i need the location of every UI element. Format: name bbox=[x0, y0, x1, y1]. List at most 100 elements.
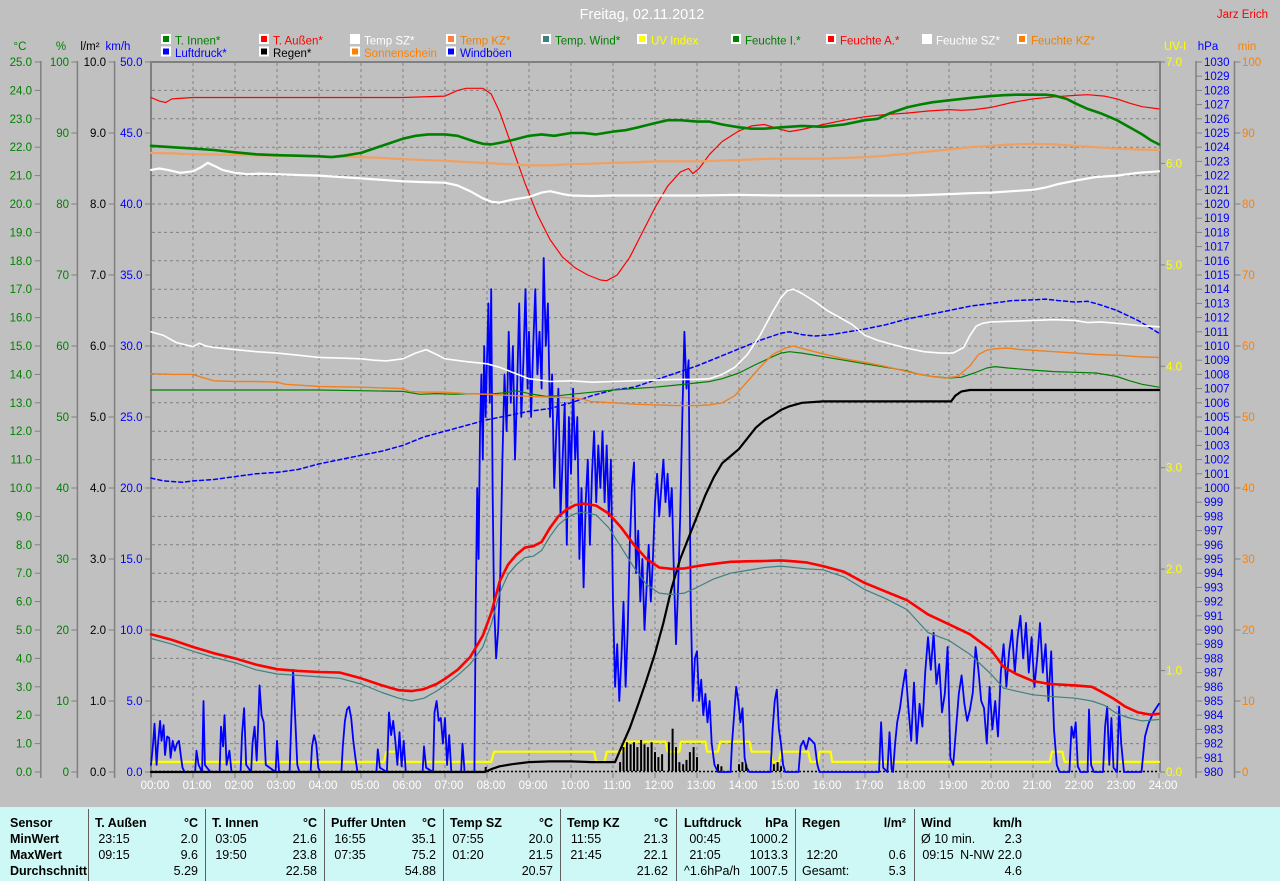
svg-text:2.0: 2.0 bbox=[16, 710, 32, 722]
svg-text:06:00: 06:00 bbox=[393, 780, 422, 792]
svg-text:999: 999 bbox=[1204, 497, 1223, 509]
svg-text:°C: °C bbox=[14, 41, 27, 53]
svg-text:N-NW 22.0: N-NW 22.0 bbox=[960, 848, 1022, 862]
svg-text:1009: 1009 bbox=[1204, 355, 1230, 367]
svg-text:995: 995 bbox=[1204, 554, 1223, 566]
svg-text:981: 981 bbox=[1204, 753, 1223, 765]
svg-text:54.88: 54.88 bbox=[405, 864, 436, 878]
svg-text:1006: 1006 bbox=[1204, 398, 1230, 410]
svg-text:17.0: 17.0 bbox=[10, 284, 32, 296]
svg-text:11:55: 11:55 bbox=[571, 832, 601, 846]
svg-text:10.0: 10.0 bbox=[10, 483, 32, 495]
svg-text:16:00: 16:00 bbox=[813, 780, 842, 792]
svg-text:1014: 1014 bbox=[1204, 284, 1230, 296]
svg-text:20.0: 20.0 bbox=[529, 832, 553, 846]
svg-text:0.0: 0.0 bbox=[16, 767, 32, 779]
svg-text:Luftdruck: Luftdruck bbox=[684, 816, 742, 830]
svg-text:4.0: 4.0 bbox=[16, 653, 32, 665]
svg-text:60: 60 bbox=[1242, 341, 1255, 353]
svg-text:1007.5: 1007.5 bbox=[750, 864, 788, 878]
svg-text:1002: 1002 bbox=[1204, 455, 1230, 467]
svg-text:14:00: 14:00 bbox=[729, 780, 758, 792]
svg-text:100: 100 bbox=[1242, 57, 1261, 69]
svg-text:1008: 1008 bbox=[1204, 369, 1230, 381]
svg-text:5.0: 5.0 bbox=[1166, 260, 1182, 272]
svg-text:21.6: 21.6 bbox=[293, 832, 317, 846]
svg-text:Regen*: Regen* bbox=[273, 48, 312, 60]
svg-text:21:05: 21:05 bbox=[689, 848, 720, 862]
svg-text:1029: 1029 bbox=[1204, 71, 1230, 83]
svg-text:21:45: 21:45 bbox=[570, 848, 601, 862]
svg-text:25.0: 25.0 bbox=[120, 412, 142, 424]
svg-text:Temp KZ: Temp KZ bbox=[567, 816, 620, 830]
svg-text:5.0: 5.0 bbox=[16, 625, 32, 637]
svg-text:10: 10 bbox=[56, 696, 69, 708]
svg-text:13:00: 13:00 bbox=[687, 780, 716, 792]
svg-text:20: 20 bbox=[1242, 625, 1255, 637]
svg-text:10.0: 10.0 bbox=[84, 57, 106, 69]
svg-text:T. Innen*: T. Innen* bbox=[175, 36, 221, 48]
svg-text:13.0: 13.0 bbox=[10, 398, 32, 410]
svg-text:12.0: 12.0 bbox=[10, 426, 32, 438]
svg-text:Durchschnitt: Durchschnitt bbox=[10, 864, 88, 878]
svg-text:%: % bbox=[56, 41, 66, 53]
svg-text:1018: 1018 bbox=[1204, 227, 1230, 239]
svg-text:30: 30 bbox=[56, 554, 69, 566]
svg-text:Temp. Wind*: Temp. Wind* bbox=[555, 36, 621, 48]
svg-text:0.0: 0.0 bbox=[127, 767, 143, 779]
svg-text:9.0: 9.0 bbox=[16, 511, 32, 523]
svg-text:Temp SZ*: Temp SZ* bbox=[364, 36, 415, 48]
svg-text:18.0: 18.0 bbox=[10, 256, 32, 268]
svg-text:04:00: 04:00 bbox=[309, 780, 338, 792]
svg-text:2.0: 2.0 bbox=[90, 625, 106, 637]
svg-text:35.0: 35.0 bbox=[120, 270, 142, 282]
svg-text:19.0: 19.0 bbox=[10, 227, 32, 239]
svg-text:1.0: 1.0 bbox=[90, 696, 106, 708]
svg-text:5.0: 5.0 bbox=[127, 696, 143, 708]
svg-text:1000.2: 1000.2 bbox=[750, 832, 788, 846]
svg-text:6.0: 6.0 bbox=[16, 597, 32, 609]
svg-text:07:35: 07:35 bbox=[334, 848, 365, 862]
svg-text:Sonnenschein: Sonnenschein bbox=[364, 48, 437, 60]
svg-text:23:00: 23:00 bbox=[1107, 780, 1136, 792]
svg-text:989: 989 bbox=[1204, 639, 1223, 651]
svg-text:Windböen: Windböen bbox=[460, 48, 512, 60]
svg-text:MaxWert: MaxWert bbox=[10, 848, 63, 862]
svg-text:21.3: 21.3 bbox=[644, 832, 668, 846]
svg-text:993: 993 bbox=[1204, 582, 1223, 594]
svg-text:l/m²: l/m² bbox=[80, 41, 99, 53]
svg-text:09:00: 09:00 bbox=[519, 780, 548, 792]
svg-text:23.0: 23.0 bbox=[10, 114, 32, 126]
svg-text:Feuchte KZ*: Feuchte KZ* bbox=[1031, 36, 1095, 48]
svg-text:987: 987 bbox=[1204, 668, 1223, 680]
svg-text:22:00: 22:00 bbox=[1065, 780, 1094, 792]
svg-text:1010: 1010 bbox=[1204, 341, 1230, 353]
svg-text:Temp KZ*: Temp KZ* bbox=[460, 36, 511, 48]
svg-text:4.0: 4.0 bbox=[90, 483, 106, 495]
svg-text:^1.6hPa/h: ^1.6hPa/h bbox=[684, 864, 740, 878]
svg-text:Feuchte SZ*: Feuchte SZ* bbox=[936, 36, 1000, 48]
svg-text:1016: 1016 bbox=[1204, 256, 1230, 268]
svg-text:0.0: 0.0 bbox=[1166, 767, 1182, 779]
svg-text:1024: 1024 bbox=[1204, 142, 1230, 154]
svg-text:16.0: 16.0 bbox=[10, 313, 32, 325]
svg-text:40.0: 40.0 bbox=[120, 199, 142, 211]
svg-text:Puffer Unten: Puffer Unten bbox=[331, 816, 406, 830]
svg-text:11.0: 11.0 bbox=[10, 455, 32, 467]
svg-text:50: 50 bbox=[56, 412, 69, 424]
svg-text:16:55: 16:55 bbox=[334, 832, 365, 846]
svg-text:21:00: 21:00 bbox=[1023, 780, 1052, 792]
svg-text:983: 983 bbox=[1204, 724, 1223, 736]
svg-text:5.0: 5.0 bbox=[90, 412, 106, 424]
svg-text:1028: 1028 bbox=[1204, 85, 1230, 97]
svg-text:20.0: 20.0 bbox=[10, 199, 32, 211]
svg-text:24.0: 24.0 bbox=[10, 85, 32, 97]
svg-text:05:00: 05:00 bbox=[351, 780, 380, 792]
svg-text:00:00: 00:00 bbox=[141, 780, 170, 792]
svg-text:1012: 1012 bbox=[1204, 313, 1230, 325]
svg-text:21.62: 21.62 bbox=[637, 864, 668, 878]
svg-text:19:50: 19:50 bbox=[215, 848, 246, 862]
svg-text:1003: 1003 bbox=[1204, 440, 1230, 452]
svg-text:8.0: 8.0 bbox=[16, 540, 32, 552]
svg-text:23.8: 23.8 bbox=[293, 848, 317, 862]
